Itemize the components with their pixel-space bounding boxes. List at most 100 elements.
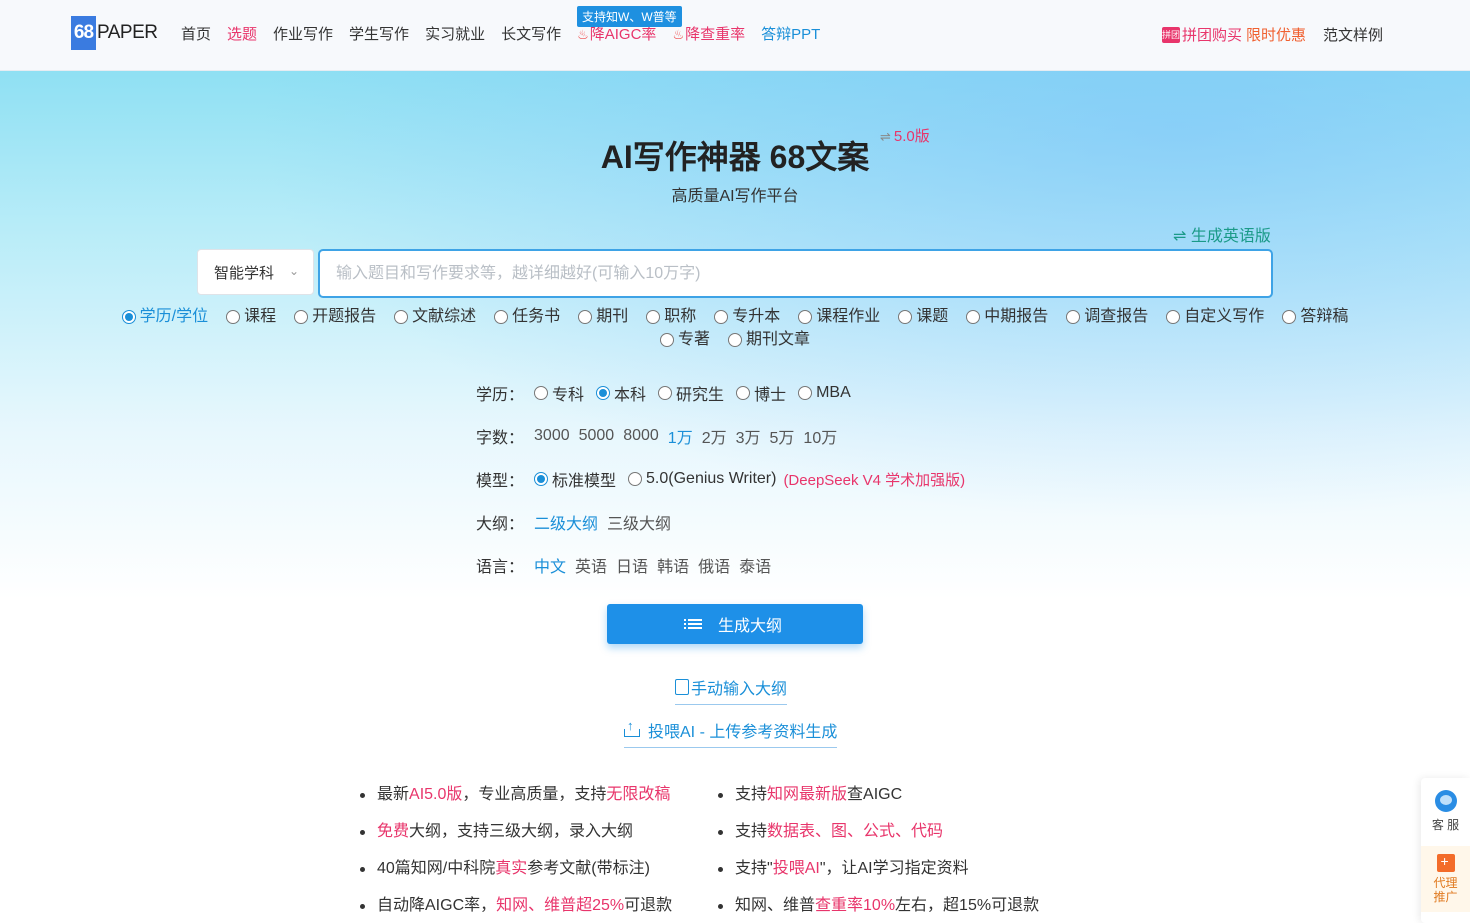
nav-item-2[interactable]: 作业写作 (273, 24, 333, 46)
type-option-1[interactable]: 课程 (226, 307, 276, 327)
degree-label: 学历： (476, 387, 525, 404)
type-option-label: 期刊 (596, 308, 629, 325)
group-buy-link[interactable]: 拼团 拼团购买 限时优惠 (1161, 24, 1306, 45)
words-option-1[interactable]: 5000 (579, 427, 615, 445)
language-option-4[interactable]: 俄语 (698, 553, 730, 577)
features-right: 支持知网最新版查AIGC 支持数据表、图、公式、代码 支持"投喂AI"，让AI学习指… (718, 784, 1039, 923)
degree-option-2[interactable]: 研究生 (658, 381, 724, 405)
type-option-7[interactable]: 专升本 (714, 307, 780, 327)
radio-icon (494, 310, 509, 324)
upload-reference-label: 投喂AI - 上传参考资料生成 (648, 724, 838, 741)
samples-link[interactable]: 范文样例 (1323, 24, 1383, 45)
type-option-15[interactable]: 期刊文章 (728, 330, 810, 350)
language-option-5[interactable]: 泰语 (739, 553, 771, 577)
top-header: 68 PAPER 首页 选题 作业写作 学生写作 实习就业 长文写作 ♨降AIGC率 ♨降查重… (0, 0, 1470, 71)
words-option-3[interactable]: 1万 (668, 424, 693, 448)
words-option-4[interactable]: 2万 (702, 424, 727, 448)
model-option-label: 标准模型 (552, 473, 617, 490)
type-option-9[interactable]: 课题 (898, 307, 948, 327)
type-option-10[interactable]: 中期报告 (966, 307, 1048, 327)
outline-option-0[interactable]: 二级大纲 (534, 510, 598, 534)
nav-item-label: 降查重率 (685, 26, 746, 43)
feature-text: 数据表、图、公式、代码 (767, 823, 944, 840)
type-option-11[interactable]: 调查报告 (1066, 307, 1148, 327)
radio-icon (121, 310, 136, 324)
type-option-0[interactable]: 学历/学位 (121, 307, 208, 327)
feature-item: 知网、维普查重率10%左右，超15%可退款 (718, 895, 1039, 923)
degree-option-3[interactable]: 博士 (736, 381, 786, 405)
nav-item-4[interactable]: 实习就业 (425, 24, 485, 46)
upload-reference-link[interactable]: 投喂AI - 上传参考资料生成 (624, 718, 838, 748)
feature-text: 免费 (377, 823, 410, 840)
nav-item-0[interactable]: 首页 (181, 24, 211, 46)
group-buy-label: 拼团购买 (1181, 27, 1242, 44)
type-option-14[interactable]: 专著 (659, 330, 710, 350)
flame-icon: ♨ (672, 27, 685, 42)
model-option-1[interactable]: 5.0(Genius Writer) (628, 470, 776, 488)
radio-icon (736, 386, 751, 400)
type-option-12[interactable]: 自定义写作 (1166, 307, 1264, 327)
nav-item-1[interactable]: 选题 (227, 24, 257, 46)
feature-text: 自动降AIGC率， (377, 897, 497, 914)
feature-text: 投喂AI (772, 860, 820, 877)
subject-select-value: 智能学科 (214, 264, 275, 282)
type-option-label: 文献综述 (412, 308, 477, 325)
feature-text: 最新 (377, 786, 410, 803)
site-logo[interactable]: 68 PAPER (71, 16, 158, 50)
words-option-2[interactable]: 8000 (623, 427, 659, 445)
generate-outline-button[interactable]: 生成大纲 (607, 604, 863, 644)
topic-input[interactable] (318, 249, 1273, 298)
degree-row: 学历： 专科 本科 研究生 博士 MBA (476, 381, 863, 405)
radio-icon (534, 472, 549, 486)
generate-outline-label: 生成大纲 (717, 618, 782, 635)
language-option-0[interactable]: 中文 (534, 553, 566, 577)
language-option-3[interactable]: 韩语 (657, 553, 689, 577)
words-option-0[interactable]: 3000 (534, 427, 570, 445)
agent-promo-button[interactable]: 代理推广 (1421, 846, 1470, 912)
type-option-3[interactable]: 文献综述 (394, 307, 476, 327)
model-row: 模型： 标准模型 5.0(Genius Writer) (DeepSeek V4 学术… (476, 467, 965, 491)
radio-icon (1282, 310, 1297, 324)
nav-item-8[interactable]: 答辩PPT (761, 24, 820, 46)
radio-icon (658, 386, 673, 400)
customer-service-button[interactable]: 客 服 (1421, 778, 1470, 844)
language-option-2[interactable]: 日语 (616, 553, 648, 577)
nav-tip-badge: 支持知W、W普等 (577, 6, 682, 27)
degree-option-1[interactable]: 本科 (596, 381, 646, 405)
words-option-5[interactable]: 3万 (736, 424, 761, 448)
main-nav: 首页 选题 作业写作 学生写作 实习就业 长文写作 ♨降AIGC率 ♨降查重率 答辩PPT (173, 24, 828, 46)
radio-icon (294, 310, 309, 324)
radio-icon (534, 386, 549, 400)
degree-option-0[interactable]: 专科 (534, 381, 584, 405)
type-option-8[interactable]: 课程作业 (798, 307, 880, 327)
outline-row: 大纲： 二级大纲 三级大纲 (476, 510, 680, 534)
nav-item-6[interactable]: ♨降AIGC率 (577, 24, 656, 46)
model-option-0[interactable]: 标准模型 (534, 467, 616, 491)
language-option-1[interactable]: 英语 (575, 553, 607, 577)
customer-service-icon (1434, 789, 1457, 812)
manual-outline-link[interactable]: 手动输入大纲 (675, 675, 788, 705)
nav-item-5[interactable]: 长文写作 (501, 24, 561, 46)
type-option-6[interactable]: 职称 (646, 307, 696, 327)
nav-item-7[interactable]: ♨降查重率 (672, 24, 745, 46)
degree-option-label: 本科 (614, 387, 647, 404)
degree-option-label: 专科 (552, 387, 585, 404)
english-version-link[interactable]: ⇌ 生成英语版 (1173, 222, 1271, 246)
feature-text: 可退款 (624, 897, 673, 914)
model-label: 模型： (476, 473, 525, 490)
type-option-5[interactable]: 期刊 (578, 307, 628, 327)
edit-icon (675, 679, 689, 695)
agent-promo-label: 代理推广 (1433, 876, 1458, 904)
subject-select[interactable]: 智能学科 ⌄ (197, 249, 314, 295)
nav-item-3[interactable]: 学生写作 (349, 24, 409, 46)
words-option-6[interactable]: 5万 (770, 424, 795, 448)
type-option-13[interactable]: 答辩稿 (1282, 307, 1348, 327)
feature-text: 40篇知网/中科院 (377, 860, 496, 877)
type-option-4[interactable]: 任务书 (494, 307, 560, 327)
outline-option-1[interactable]: 三级大纲 (607, 510, 671, 534)
degree-option-label: 研究生 (676, 387, 725, 404)
words-option-7[interactable]: 10万 (803, 424, 837, 448)
type-option-2[interactable]: 开题报告 (294, 307, 376, 327)
degree-option-4[interactable]: MBA (798, 384, 851, 402)
version-badge[interactable]: ⇌ 5.0版 (880, 125, 930, 146)
